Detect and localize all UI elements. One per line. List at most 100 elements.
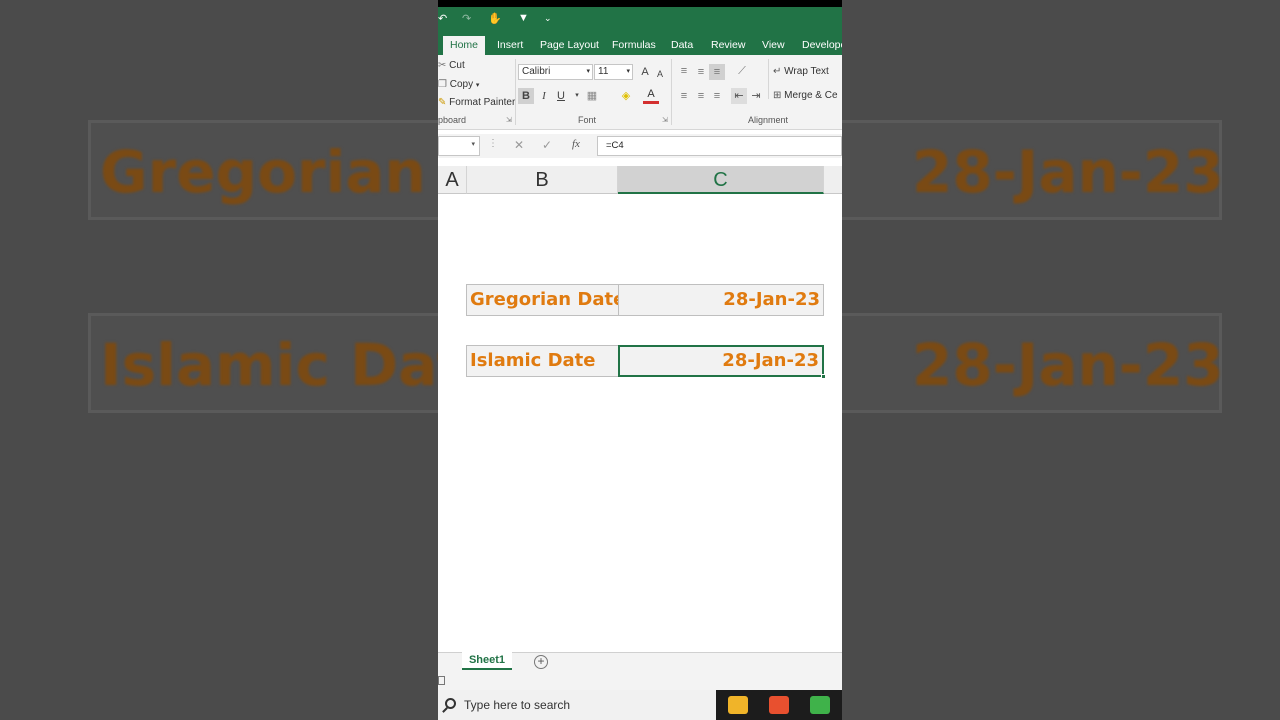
- underline-button[interactable]: U: [553, 88, 569, 104]
- align-top-icon[interactable]: ≡: [676, 63, 692, 79]
- chevron-down-icon: ▾: [626, 68, 630, 75]
- top-bar: [438, 0, 842, 7]
- camtasia-editor-icon[interactable]: [810, 696, 830, 714]
- redo-icon[interactable]: ↷: [462, 12, 471, 25]
- tab-developer[interactable]: Develope: [795, 36, 842, 55]
- bg-value-2: 28-Jan-23: [912, 331, 1224, 399]
- taskbar-search[interactable]: Type here to search: [438, 690, 716, 720]
- tab-page-layout[interactable]: Page Layout: [533, 36, 606, 55]
- grow-font-button[interactable]: A: [637, 64, 653, 80]
- copy-button[interactable]: ❐ Copy ▾: [438, 79, 479, 90]
- worksheet-grid[interactable]: Gregorian Date 28-Jan-23 Islamic Date 28…: [438, 194, 842, 652]
- dialog-launcher-icon[interactable]: ⇲: [506, 116, 512, 124]
- align-bottom-icon[interactable]: ≡: [709, 64, 725, 80]
- increase-indent-icon[interactable]: ⇥: [748, 88, 764, 104]
- divider: [671, 59, 672, 125]
- bg-label-2: Islamic Dat: [100, 331, 466, 399]
- tab-review[interactable]: Review: [704, 36, 752, 55]
- scissors-icon: ✂: [438, 60, 447, 71]
- align-left-icon[interactable]: ≡: [676, 88, 692, 104]
- font-name-value: Calibri: [522, 66, 551, 77]
- insert-function-button[interactable]: fx: [572, 138, 580, 150]
- fill-handle[interactable]: [821, 374, 826, 379]
- dialog-launcher-icon[interactable]: ⇲: [662, 116, 668, 124]
- search-placeholder: Type here to search: [464, 698, 571, 712]
- formula-input[interactable]: =C4: [597, 136, 842, 156]
- sheet-tab-bar: Sheet1 +: [438, 652, 842, 672]
- column-header-filler: [824, 166, 842, 194]
- orientation-icon[interactable]: ⟋: [734, 63, 750, 79]
- undo-icon[interactable]: ↶: [438, 12, 447, 25]
- format-painter-label: Format Painter: [449, 97, 516, 108]
- enter-formula-button[interactable]: ✓: [542, 138, 552, 152]
- cancel-formula-button[interactable]: ✕: [514, 138, 524, 152]
- bg-value-1: 28-Jan-23: [912, 138, 1224, 206]
- cell-c5-selected[interactable]: 28-Jan-23: [618, 345, 824, 377]
- clipboard-group-label: pboard: [438, 115, 467, 125]
- chevron-down-icon: ▾: [586, 68, 590, 75]
- borders-icon[interactable]: ▦: [584, 88, 600, 104]
- font-size-select[interactable]: 11 ▾: [594, 64, 633, 80]
- page-icon: [438, 676, 445, 685]
- tab-insert[interactable]: Insert: [490, 36, 530, 55]
- chevron-down-icon: ▾: [475, 82, 480, 89]
- cell-b3[interactable]: Gregorian Date: [466, 284, 619, 316]
- format-painter-button[interactable]: ✎ Format Painter: [438, 97, 515, 108]
- name-box[interactable]: ▾: [438, 136, 480, 156]
- ribbon-tabs: Home Insert Page Layout Formulas Data Re…: [438, 33, 842, 55]
- tab-data[interactable]: Data: [664, 36, 700, 55]
- chevron-down-icon: ▾: [471, 141, 475, 148]
- excel-window: ↶ ↷ ✋ ▼ ⌄ Home Insert Page Layout Formul…: [438, 0, 842, 720]
- font-group-label: Font: [578, 115, 597, 125]
- status-bar: [438, 672, 842, 690]
- font-size-value: 11: [598, 66, 609, 77]
- merge-label: Merge & Ce: [784, 90, 838, 101]
- align-center-icon[interactable]: ≡: [693, 88, 709, 104]
- cut-label: Cut: [449, 60, 465, 71]
- tab-formulas[interactable]: Formulas: [605, 36, 663, 55]
- tab-home[interactable]: Home: [443, 36, 486, 55]
- bg-label-1: Gregorian D: [100, 138, 495, 206]
- customize-qat-icon[interactable]: ⌄: [544, 13, 552, 24]
- bold-button[interactable]: B: [518, 88, 534, 104]
- formula-bar: ▾ ⋮ ✕ ✓ fx =C4: [438, 134, 842, 158]
- search-icon: [445, 698, 456, 709]
- divider: [515, 59, 516, 125]
- windows-taskbar: Type here to search: [438, 690, 842, 720]
- touch-mode-icon[interactable]: ✋: [488, 12, 502, 25]
- camtasia-recorder-icon[interactable]: [769, 696, 789, 714]
- copy-label: Copy: [449, 79, 474, 90]
- tab-view[interactable]: View: [755, 36, 792, 55]
- quick-access-toolbar: ↶ ↷ ✋ ▼ ⌄: [438, 7, 842, 33]
- font-name-select[interactable]: Calibri ▾: [518, 64, 593, 80]
- shrink-font-button[interactable]: A: [652, 66, 668, 82]
- cell-b5[interactable]: Islamic Date: [466, 345, 619, 377]
- wrap-text-button[interactable]: ↵ Wrap Text: [773, 66, 829, 77]
- merge-center-button[interactable]: ⊞ Merge & Ce: [773, 90, 838, 101]
- ribbon: ✂ Cut ❐ Copy ▾ ✎ Format Painter pboard ⇲…: [438, 55, 842, 130]
- filter-icon[interactable]: ▼: [518, 12, 529, 24]
- align-middle-icon[interactable]: ≡: [693, 64, 709, 80]
- merge-icon: ⊞: [773, 90, 782, 101]
- add-sheet-button[interactable]: +: [534, 655, 548, 669]
- column-header-c[interactable]: C: [618, 166, 824, 194]
- italic-button[interactable]: I: [536, 88, 552, 104]
- wrap-text-label: Wrap Text: [784, 66, 829, 77]
- font-color-button[interactable]: A: [643, 88, 659, 104]
- decrease-indent-icon[interactable]: ⇤: [731, 88, 747, 104]
- copy-icon: ❐: [438, 79, 447, 90]
- paintbrush-icon: ✎: [438, 97, 447, 108]
- alignment-group-label: Alignment: [748, 115, 789, 125]
- cell-c3[interactable]: 28-Jan-23: [618, 284, 824, 316]
- divider: [768, 59, 769, 99]
- sheet-tab-sheet1[interactable]: Sheet1: [462, 652, 512, 670]
- more-icon: ⋮: [488, 138, 498, 149]
- fill-color-icon[interactable]: ◈: [618, 88, 634, 104]
- wrap-text-icon: ↵: [773, 66, 782, 77]
- column-header-b[interactable]: B: [467, 166, 618, 194]
- align-right-icon[interactable]: ≡: [709, 88, 725, 104]
- chevron-down-icon[interactable]: ▾: [569, 88, 585, 104]
- cut-button[interactable]: ✂ Cut: [438, 60, 465, 71]
- file-explorer-icon[interactable]: [728, 696, 748, 714]
- column-header-a[interactable]: A: [438, 166, 467, 194]
